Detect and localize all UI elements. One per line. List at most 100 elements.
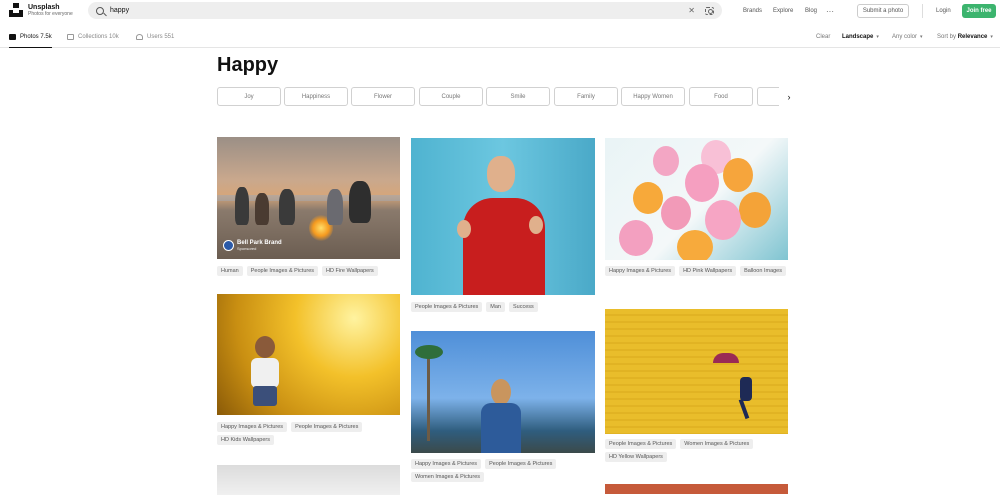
photo-balloon [677, 230, 713, 260]
photo-man-fist [457, 220, 471, 238]
sort-value: Relevance [957, 34, 988, 40]
photo-person [255, 193, 269, 225]
related-chip[interactable]: Happiness [284, 87, 348, 106]
related-chip[interactable]: Family [554, 87, 618, 106]
tab-users[interactable]: Users 551 [136, 26, 174, 48]
related-chip[interactable]: Happy Women [621, 87, 685, 106]
tag-chip[interactable]: People Images & Pictures [605, 439, 677, 449]
nav-blog-link[interactable]: Blog [805, 0, 817, 22]
chevron-down-icon: ▾ [920, 34, 923, 40]
photo-person [349, 181, 371, 223]
clear-filters-link[interactable]: Clear [816, 26, 830, 48]
top-header: Unsplash Photos for everyone happy ✕ Bra… [0, 0, 1000, 22]
photo-balloon [633, 182, 663, 214]
nav-explore-link[interactable]: Explore [773, 0, 793, 22]
search-subnav: Photos 7.5k Collections 10k Users 551 Cl… [0, 26, 1000, 48]
sponsor-badge[interactable]: Bell Park Brand Sponsored [223, 240, 282, 251]
related-chip[interactable]: Joy [217, 87, 281, 106]
tab-collections-label: Collections 10k [78, 34, 119, 40]
photo-card[interactable] [605, 309, 788, 434]
tag-chip[interactable]: Man [486, 302, 505, 312]
photo-balloon [685, 164, 719, 202]
photo-balloon [661, 196, 691, 230]
related-searches: Joy Happiness Flower Couple Smile Family… [217, 87, 802, 106]
photo-card-partial[interactable] [605, 484, 788, 494]
join-free-button[interactable]: Join free [962, 4, 996, 18]
tag-chip[interactable]: HD Yellow Wallpapers [605, 452, 667, 462]
photo-card[interactable]: Bell Park Brand Sponsored [217, 137, 400, 259]
unsplash-logo[interactable]: Unsplash Photos for everyone [9, 3, 73, 17]
photo-tags: Happy Images & Pictures People Images & … [217, 422, 400, 445]
tag-chip[interactable]: People Images & Pictures [485, 459, 557, 469]
visual-search-icon[interactable] [705, 6, 714, 15]
search-icon [96, 6, 104, 15]
tag-chip[interactable]: People Images & Pictures [246, 266, 319, 276]
photo-tags: People Images & Pictures Women Images & … [605, 439, 788, 462]
header-divider [922, 4, 923, 18]
photo-card[interactable] [217, 294, 400, 415]
login-link[interactable]: Login [936, 0, 951, 22]
tag-chip[interactable]: Human [217, 266, 243, 276]
logo-text: Unsplash Photos for everyone [28, 4, 73, 17]
photo-palm-trunk [427, 351, 430, 441]
user-icon [136, 34, 143, 40]
photo-tags: Happy Images & Pictures People Images & … [411, 459, 595, 482]
submit-photo-button[interactable]: Submit a photo [857, 4, 909, 18]
photo-tags: Human People Images & Pictures HD Fire W… [217, 266, 400, 276]
related-chip[interactable]: Flower [351, 87, 415, 106]
photo-person [327, 189, 343, 225]
nav-brands-link[interactable]: Brands [743, 0, 762, 22]
sort-prefix: Sort by [937, 34, 957, 40]
tag-chip[interactable]: Women Images & Pictures [411, 472, 485, 482]
photo-tags: People Images & Pictures Man Success [411, 302, 595, 312]
photo-balloon [739, 192, 771, 228]
related-chip[interactable]: Food [689, 87, 753, 106]
tab-users-label: Users 551 [147, 34, 175, 40]
related-chip[interactable]: Couple [419, 87, 483, 106]
photo-tags: Happy Images & Pictures HD Pink Wallpape… [605, 266, 788, 276]
photo-woman-body [481, 403, 521, 453]
page-title: Happy [217, 54, 279, 76]
photo-umbrella [713, 353, 739, 363]
photo-kid-body [251, 358, 279, 388]
tab-collections[interactable]: Collections 10k [67, 26, 119, 48]
photo-card[interactable] [411, 138, 595, 295]
related-chip[interactable]: Smile [486, 87, 550, 106]
search-input[interactable]: happy [110, 7, 688, 14]
tab-photos[interactable]: Photos 7.5k [9, 26, 52, 48]
photo-balloon [619, 220, 653, 256]
related-chip-partial[interactable] [757, 87, 779, 106]
photo-jumper-body [740, 377, 752, 401]
photo-man-fist [529, 216, 543, 234]
color-dropdown[interactable]: Any color ▾ [892, 26, 923, 48]
tag-chip[interactable]: Happy Images & Pictures [217, 422, 288, 432]
photo-card[interactable] [411, 331, 595, 453]
chevron-down-icon: ▾ [876, 34, 879, 40]
tag-chip[interactable]: Happy Images & Pictures [605, 266, 676, 276]
tag-chip[interactable]: Happy Images & Pictures [411, 459, 482, 469]
tag-chip[interactable]: Success [509, 302, 538, 312]
brand-tagline: Photos for everyone [28, 10, 73, 17]
search-bar[interactable]: happy ✕ [88, 2, 722, 19]
sort-dropdown[interactable]: Sort by Relevance ▾ [937, 26, 993, 48]
sponsor-text: Bell Park Brand Sponsored [237, 240, 282, 251]
photo-person [235, 187, 249, 225]
tag-chip[interactable]: Women Images & Pictures [680, 439, 754, 449]
tag-chip[interactable]: People Images & Pictures [411, 302, 483, 312]
tag-chip[interactable]: HD Pink Wallpapers [679, 266, 737, 276]
photo-card[interactable] [605, 138, 788, 260]
brand-name: Unsplash [28, 3, 60, 11]
collection-icon [67, 34, 74, 40]
tag-chip[interactable]: HD Fire Wallpapers [322, 266, 378, 276]
orientation-dropdown[interactable]: Landscape ▾ [842, 26, 879, 48]
tag-chip[interactable]: Balloon Images [740, 266, 786, 276]
unsplash-logo-icon [9, 3, 23, 17]
more-options-icon[interactable]: ··· [826, 0, 834, 22]
photo-jumper [738, 369, 758, 420]
close-icon[interactable]: ✕ [688, 6, 695, 15]
tag-chip[interactable]: HD Kids Wallpapers [217, 435, 275, 445]
color-value: Any color [892, 34, 918, 40]
chevron-down-icon: ▾ [990, 34, 993, 40]
tag-chip[interactable]: People Images & Pictures [291, 422, 363, 432]
chevron-right-icon[interactable]: › [781, 87, 797, 106]
